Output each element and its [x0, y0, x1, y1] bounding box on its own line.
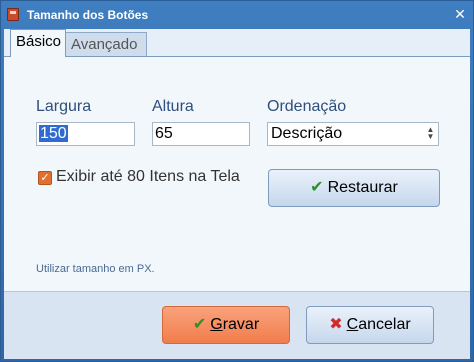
ordenacao-value: Descrição	[271, 125, 343, 142]
largura-value: 150	[39, 125, 68, 142]
exibir-itens-label[interactable]: Exibir até 80 Itens na Tela	[56, 168, 240, 186]
x-icon: ✖	[329, 316, 343, 333]
close-button[interactable]: ✕	[451, 6, 469, 23]
cancelar-accelerator: C	[346, 316, 359, 333]
altura-value: 65	[155, 125, 173, 142]
app-icon	[7, 8, 19, 21]
altura-label: Altura	[152, 98, 194, 115]
spinner-arrows-icon[interactable]: ▲ ▼	[426, 126, 435, 142]
gravar-button[interactable]: ✔ Gravar	[162, 306, 290, 344]
ordenacao-label: Ordenação	[267, 98, 347, 115]
largura-label: Largura	[36, 98, 92, 115]
title-bar[interactable]: Tamanho dos Botões ✕	[1, 1, 473, 29]
ordenacao-select[interactable]: Descrição ▲ ▼	[267, 122, 439, 146]
window-title: Tamanho dos Botões	[27, 8, 149, 22]
dialog-window: Tamanho dos Botões ✕ Básico Avançado Lar…	[0, 0, 474, 362]
checkmark-icon: ✔	[192, 316, 207, 333]
exibir-itens-checkbox[interactable]: ✓	[38, 171, 52, 185]
cancelar-button[interactable]: ✖ Cancelar	[306, 306, 434, 344]
tab-avancado[interactable]: Avançado	[66, 32, 147, 56]
tab-panel-basico: Largura 150 Altura 65 Ordenação Descriçã…	[4, 56, 470, 291]
restaurar-button[interactable]: ✔ Restaurar	[268, 169, 440, 207]
altura-input[interactable]: 65	[152, 122, 250, 146]
restaurar-label: Restaurar	[327, 179, 398, 196]
tab-basico[interactable]: Básico	[10, 29, 66, 57]
gravar-label: ravar	[222, 316, 260, 333]
largura-input[interactable]: 150	[36, 122, 135, 146]
cancelar-label: ancelar	[358, 316, 411, 333]
gravar-accelerator: G	[210, 316, 223, 333]
hint-text: Utilizar tamanho em PX.	[36, 263, 155, 275]
checkmark-icon: ✔	[310, 179, 324, 196]
dialog-footer: ✔ Gravar ✖ Cancelar	[4, 291, 470, 359]
dialog-content: Básico Avançado Largura 150 Altura 65 Or…	[4, 29, 470, 359]
